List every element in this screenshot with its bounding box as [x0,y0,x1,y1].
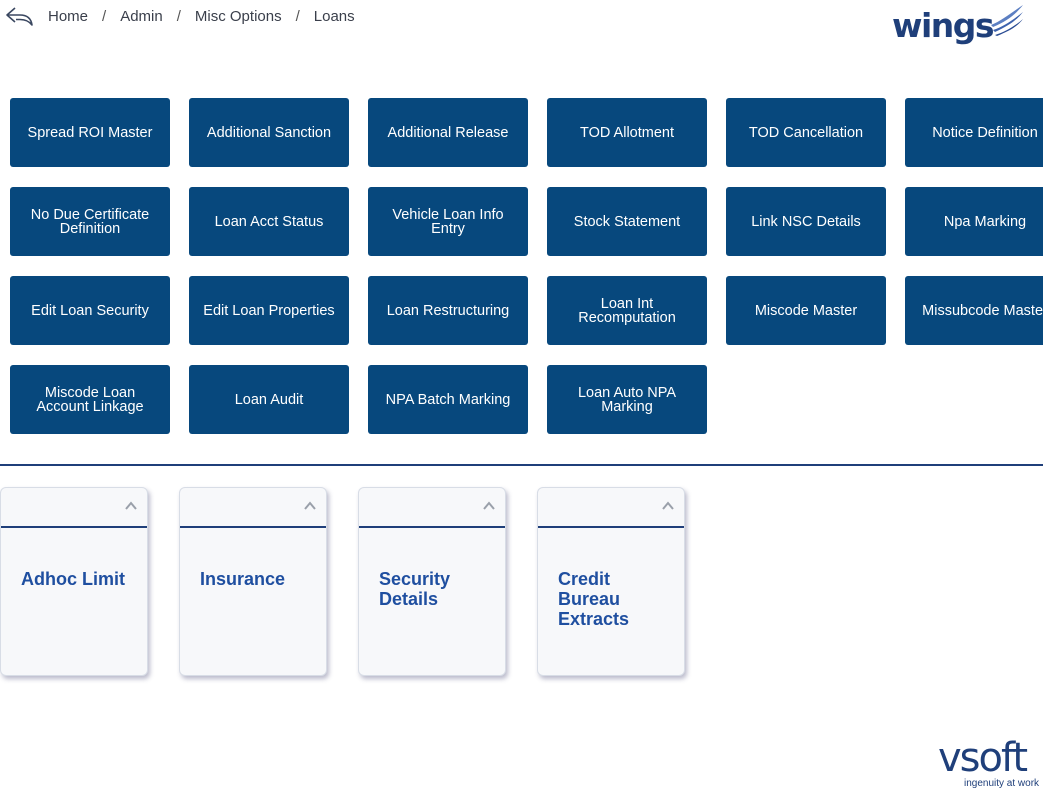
tile-miscode-master[interactable]: Miscode Master [726,276,886,345]
wings-logo: wings [892,5,1025,45]
tile-vehicle-loan-info-entry[interactable]: Vehicle Loan Info Entry [368,187,528,256]
tile-tod-cancellation[interactable]: TOD Cancellation [726,98,886,167]
loan-options-grid: Spread ROI Master Additional Sanction Ad… [10,98,1043,434]
card-insurance[interactable]: Insurance [179,487,327,676]
tile-additional-release[interactable]: Additional Release [368,98,528,167]
chevron-up-icon[interactable] [125,501,137,511]
tile-miscode-loan-account-linkage[interactable]: Miscode Loan Account Linkage [10,365,170,434]
tile-link-nsc-details[interactable]: Link NSC Details [726,187,886,256]
tile-no-due-certificate-definition[interactable]: No Due Certificate Definition [10,187,170,256]
wings-logo-text: wings [892,5,995,45]
tile-tod-allotment[interactable]: TOD Allotment [547,98,707,167]
tile-spread-roi-master[interactable]: Spread ROI Master [10,98,170,167]
card-title: Security Details [379,569,451,609]
card-title: Adhoc Limit [21,569,125,589]
vsoft-tagline: ingenuity at work [964,778,1040,789]
wings-swoosh-icon [991,5,1024,36]
breadcrumb-misc-options[interactable]: Misc Options [195,8,282,25]
chevron-up-icon[interactable] [304,501,316,511]
chevron-up-icon[interactable] [483,501,495,511]
card-security-details[interactable]: Security Details [358,487,506,676]
card-credit-bureau-extracts[interactable]: Credit Bureau Extracts [537,487,685,676]
breadcrumb: Home / Admin / Misc Options / Loans [4,4,355,28]
tile-stock-statement[interactable]: Stock Statement [547,187,707,256]
tile-loan-audit[interactable]: Loan Audit [189,365,349,434]
tile-edit-loan-properties[interactable]: Edit Loan Properties [189,276,349,345]
card-header [359,488,505,528]
tile-loan-acct-status[interactable]: Loan Acct Status [189,187,349,256]
chevron-up-icon[interactable] [662,501,674,511]
tile-loan-auto-npa-marking[interactable]: Loan Auto NPA Marking [547,365,707,434]
tile-loan-restructuring[interactable]: Loan Restructuring [368,276,528,345]
tile-loan-int-recomputation[interactable]: Loan Int Recomputation [547,276,707,345]
breadcrumb-separator: / [102,7,107,25]
card-title: Insurance [200,569,286,589]
card-adhoc-limit[interactable]: Adhoc Limit [0,487,148,676]
tile-additional-sanction[interactable]: Additional Sanction [189,98,349,167]
card-header [1,488,147,528]
loan-category-cards: Adhoc Limit Insurance Security Details C… [0,487,716,676]
card-header [180,488,326,528]
section-divider [0,464,1043,466]
tile-notice-definition[interactable]: Notice Definition [905,98,1043,167]
tile-edit-loan-security[interactable]: Edit Loan Security [10,276,170,345]
breadcrumb-home[interactable]: Home [48,8,88,25]
back-arrow-icon[interactable] [4,4,36,28]
breadcrumb-separator: / [176,7,181,25]
vsoft-logo-text: vsoft [938,735,1028,781]
vsoft-logo: vsoft ingenuity at work [938,735,1043,789]
tile-npa-marking[interactable]: Npa Marking [905,187,1043,256]
breadcrumb-admin[interactable]: Admin [120,8,163,25]
tile-npa-batch-marking[interactable]: NPA Batch Marking [368,365,528,434]
tile-missubcode-master[interactable]: Missubcode Master [905,276,1043,345]
card-header [538,488,684,528]
breadcrumb-loans: Loans [313,7,355,25]
card-title: Credit Bureau Extracts [558,569,630,629]
breadcrumb-separator: / [295,7,300,25]
